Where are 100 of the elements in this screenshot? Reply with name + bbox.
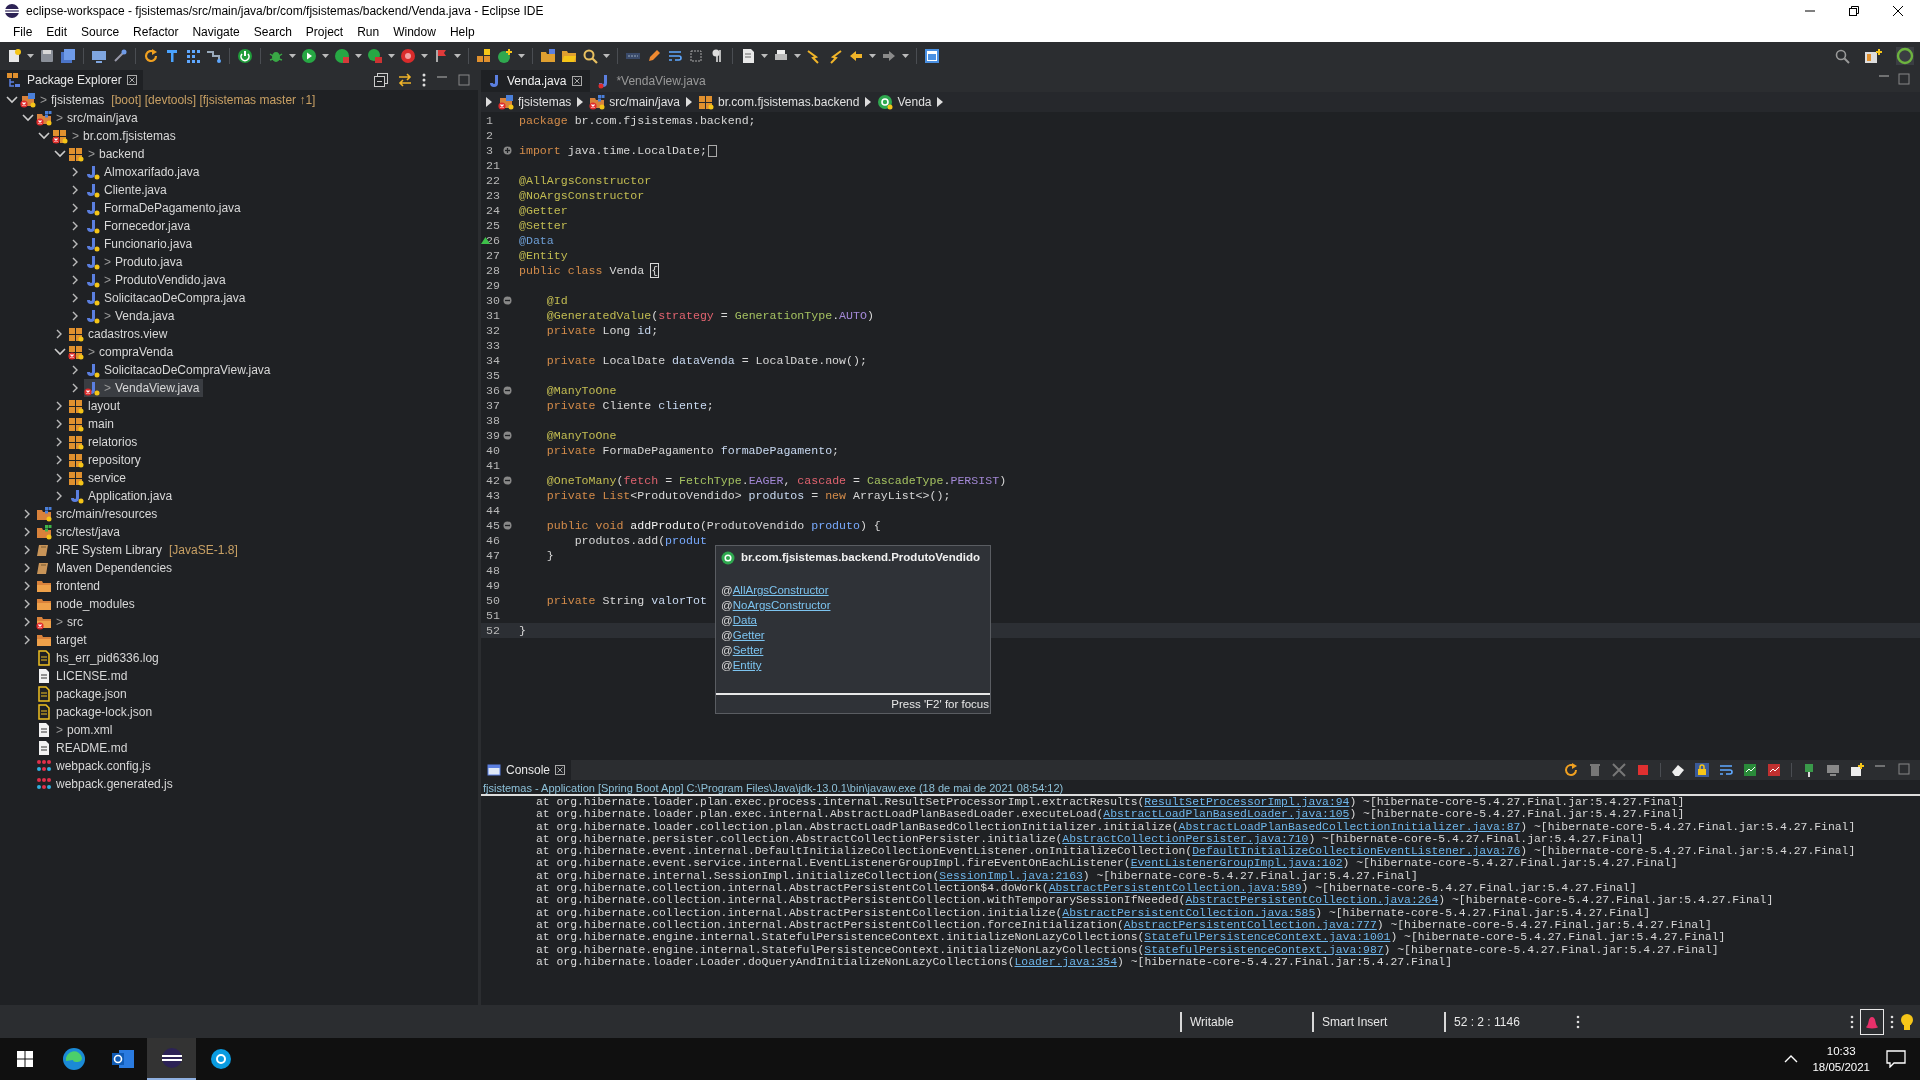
tree-item[interactable]: layout bbox=[68, 397, 124, 415]
tree-item[interactable]: Fornecedor.java bbox=[84, 217, 194, 235]
tree-item[interactable]: > pom.xml bbox=[36, 721, 116, 739]
steps-icon[interactable] bbox=[206, 48, 222, 64]
breadcrumb-arrow-icon[interactable] bbox=[485, 96, 493, 108]
expand-toggle[interactable] bbox=[6, 94, 18, 106]
tree-item[interactable]: > backend bbox=[68, 145, 148, 163]
tree-item[interactable]: > src/main/java bbox=[36, 109, 141, 127]
tree-item[interactable]: > compraVenda bbox=[68, 343, 177, 361]
source-link[interactable]: StatefulPersistenceContext.java:987 bbox=[1144, 943, 1384, 956]
save-all-icon[interactable] bbox=[60, 48, 76, 64]
editor-tab[interactable]: *VendaView.java bbox=[590, 70, 714, 92]
collapse-fold-icon[interactable] bbox=[503, 431, 512, 440]
notification-icon[interactable] bbox=[1886, 1050, 1906, 1068]
collapse-fold-icon[interactable] bbox=[503, 521, 512, 530]
tree-item[interactable]: JRE System Library bbox=[36, 541, 166, 559]
tree-item[interactable]: Application.java bbox=[68, 487, 176, 505]
maximize-icon[interactable] bbox=[458, 74, 470, 86]
clear-console-icon[interactable] bbox=[1671, 763, 1685, 777]
caret-icon[interactable] bbox=[902, 52, 909, 60]
annotation-link[interactable]: NoArgsConstructor bbox=[732, 598, 831, 614]
menu-item[interactable]: Search bbox=[246, 23, 299, 41]
annotation-link[interactable]: AllArgsConstructor bbox=[732, 583, 829, 599]
wand-icon[interactable] bbox=[112, 48, 128, 64]
caret-icon[interactable] bbox=[794, 52, 801, 60]
source-link[interactable]: Loader.java:354 bbox=[1014, 955, 1118, 969]
caret-icon[interactable] bbox=[454, 52, 461, 60]
tree-item[interactable]: SolicitacaoDeCompraView.java bbox=[84, 361, 274, 379]
tree-item[interactable]: frontend bbox=[36, 577, 104, 595]
flag-icon[interactable] bbox=[433, 48, 449, 64]
source-link[interactable]: DefaultInitializeCollectionEventListener.java:76 bbox=[1192, 845, 1521, 858]
stop-icon[interactable] bbox=[400, 48, 416, 64]
restore-icon[interactable] bbox=[1849, 6, 1859, 16]
source-link[interactable]: SessionImpl.java:2163 bbox=[939, 869, 1083, 883]
annotation-link[interactable]: Entity bbox=[732, 658, 762, 674]
tree-item[interactable]: SolicitacaoDeCompra.java bbox=[84, 289, 249, 307]
expand-fold-icon[interactable] bbox=[503, 146, 512, 155]
caret-icon[interactable] bbox=[518, 52, 525, 60]
forward-arrow-icon[interactable] bbox=[881, 48, 897, 64]
tree-item[interactable]: target bbox=[36, 631, 90, 649]
caret-icon[interactable] bbox=[869, 52, 876, 60]
tree-item[interactable]: > Venda.java bbox=[84, 307, 178, 325]
windows-start-icon[interactable] bbox=[16, 1051, 33, 1067]
perspective-icon[interactable] bbox=[1864, 48, 1882, 64]
breadcrumb-item[interactable]: Venda bbox=[877, 93, 932, 111]
annotation-link[interactable]: Data bbox=[732, 613, 757, 629]
tree-item[interactable]: repository bbox=[68, 451, 144, 469]
tree-item[interactable]: src/main/resources bbox=[36, 505, 161, 523]
breadcrumb-arrow-icon[interactable] bbox=[576, 96, 585, 108]
tree-item[interactable]: webpack.generated.js bbox=[36, 775, 176, 793]
word-wrap-icon[interactable] bbox=[1719, 763, 1733, 777]
close-icon[interactable] bbox=[572, 76, 583, 86]
search-icon[interactable] bbox=[1834, 48, 1850, 64]
collapse-fold-icon[interactable] bbox=[503, 296, 512, 305]
tree-item[interactable]: webpack.config.js bbox=[36, 757, 154, 775]
back-arrow-icon[interactable] bbox=[848, 48, 864, 64]
collapse-fold-icon[interactable] bbox=[503, 386, 512, 395]
source-link[interactable]: AbstractPersistentCollection.java:585 bbox=[1062, 906, 1316, 919]
tree-item[interactable]: FormaDePagamento.java bbox=[84, 199, 244, 217]
tree-item[interactable]: package-lock.json bbox=[36, 703, 156, 721]
expand-toggle[interactable] bbox=[22, 112, 34, 124]
monitor-icon[interactable] bbox=[91, 48, 107, 64]
show-on-output-icon[interactable] bbox=[1743, 763, 1757, 777]
tree-item[interactable]: > VendaView.java bbox=[84, 379, 203, 397]
maximize-icon[interactable] bbox=[1898, 73, 1910, 85]
external-tools-icon[interactable] bbox=[367, 48, 383, 64]
menu-item[interactable]: Navigate bbox=[185, 23, 247, 41]
source-link[interactable]: AbstractLoadPlanBasedCollectionInitializer.java:87 bbox=[1178, 820, 1521, 833]
source-link[interactable]: AbstractPersistentCollection.java:589 bbox=[1048, 882, 1302, 895]
tree-item[interactable]: > br.com.fjsistemas bbox=[52, 127, 179, 145]
source-link[interactable]: ResultSetProcessorImpl.java:94 bbox=[1144, 796, 1350, 809]
close-icon[interactable] bbox=[1893, 6, 1903, 16]
new-class-icon[interactable] bbox=[497, 48, 513, 64]
taskbar-button[interactable] bbox=[147, 1038, 196, 1080]
menu-icon[interactable] bbox=[1890, 1014, 1894, 1029]
source-link[interactable]: AbstractCollectionPersister.java:710 bbox=[1062, 832, 1309, 846]
terminate-icon[interactable] bbox=[1636, 763, 1650, 777]
caret-icon[interactable] bbox=[603, 52, 610, 60]
search-icon[interactable] bbox=[582, 48, 598, 64]
menu-item[interactable]: Window bbox=[386, 23, 443, 41]
menu-item[interactable]: Help bbox=[442, 23, 482, 41]
tree-item[interactable]: Maven Dependencies bbox=[36, 559, 176, 577]
tree-item[interactable]: Funcionario.java bbox=[84, 235, 196, 253]
lightbulb-icon[interactable] bbox=[1900, 1012, 1914, 1031]
pin-console-icon[interactable] bbox=[1802, 763, 1816, 777]
tree-item[interactable]: README.md bbox=[36, 739, 131, 757]
window-icon[interactable] bbox=[924, 48, 940, 64]
coverage-icon[interactable] bbox=[334, 48, 350, 64]
scroll-lock-icon[interactable] bbox=[1695, 763, 1709, 777]
new-file-icon[interactable] bbox=[6, 48, 22, 64]
new-console-icon[interactable] bbox=[1850, 763, 1864, 777]
tree-item[interactable]: > fjsistemas bbox=[20, 91, 108, 109]
breadcrumb-arrow-icon[interactable] bbox=[864, 96, 873, 108]
tree-item[interactable]: main bbox=[68, 415, 117, 433]
chevron-up-icon[interactable] bbox=[1784, 1054, 1799, 1064]
tree-item[interactable]: > ProdutoVendido.java bbox=[84, 271, 229, 289]
editor-tab[interactable]: Venda.java bbox=[481, 70, 591, 92]
run-icon[interactable] bbox=[301, 48, 317, 64]
annotation-link[interactable]: Setter bbox=[732, 643, 764, 659]
source-link[interactable]: AbstractPersistentCollection.java:264 bbox=[1185, 894, 1439, 907]
